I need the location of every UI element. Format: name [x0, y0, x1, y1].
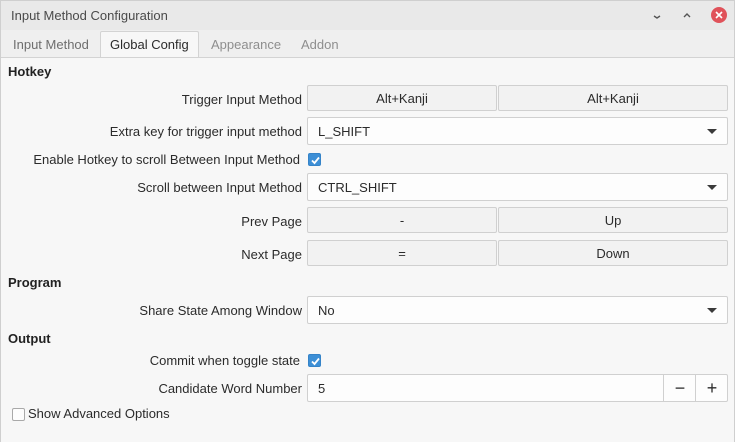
trigger-key-1-button[interactable]: Alt+Kanji: [307, 85, 497, 111]
close-icon: [711, 7, 727, 23]
share-state-label: Share State Among Window: [139, 303, 302, 318]
maximize-button[interactable]: [678, 6, 696, 24]
prev-page-key-1-button[interactable]: -: [307, 207, 497, 233]
chevron-down-icon: [707, 308, 717, 313]
scroll-label: Scroll between Input Method: [137, 180, 302, 195]
tab-input-method[interactable]: Input Method: [4, 32, 98, 57]
window-title: Input Method Configuration: [11, 8, 168, 23]
minimize-icon: [653, 15, 661, 19]
extra-key-value: L_SHIFT: [318, 124, 371, 139]
section-output: Output: [8, 331, 51, 346]
enable-scroll-label: Enable Hotkey to scroll Between Input Me…: [33, 152, 300, 167]
scroll-value: CTRL_SHIFT: [318, 180, 397, 195]
prev-page-key-2-button[interactable]: Up: [498, 207, 728, 233]
extra-key-label: Extra key for trigger input method: [109, 124, 302, 139]
candidate-spinbox[interactable]: 5 − +: [307, 374, 728, 402]
tab-appearance[interactable]: Appearance: [202, 32, 290, 57]
enable-scroll-checkbox[interactable]: [308, 153, 321, 166]
scroll-select[interactable]: CTRL_SHIFT: [307, 173, 728, 201]
close-button[interactable]: [710, 6, 728, 24]
tab-addon[interactable]: Addon: [292, 32, 348, 57]
titlebar: Input Method Configuration: [1, 1, 734, 30]
checkmark-icon: [311, 357, 320, 366]
advanced-options-label[interactable]: Show Advanced Options: [28, 406, 170, 421]
tab-global-config[interactable]: Global Config: [100, 31, 199, 58]
commit-label: Commit when toggle state: [149, 353, 300, 368]
chevron-down-icon: [707, 129, 717, 134]
share-state-select[interactable]: No: [307, 296, 728, 324]
global-config-panel: Hotkey Trigger Input Method Alt+Kanji Al…: [1, 57, 734, 442]
share-state-value: No: [318, 303, 335, 318]
next-page-key-2-button[interactable]: Down: [498, 240, 728, 266]
commit-checkbox[interactable]: [308, 354, 321, 367]
advanced-options-checkbox[interactable]: [12, 408, 25, 421]
tab-bar: Input Method Global Config Appearance Ad…: [1, 31, 734, 58]
maximize-icon: [683, 12, 691, 18]
trigger-key-2-button[interactable]: Alt+Kanji: [498, 85, 728, 111]
next-page-key-1-button[interactable]: =: [307, 240, 497, 266]
next-page-label: Next Page: [241, 247, 302, 262]
candidate-label: Candidate Word Number: [158, 381, 302, 396]
trigger-label: Trigger Input Method: [181, 92, 302, 107]
section-program: Program: [8, 275, 62, 290]
extra-key-select[interactable]: L_SHIFT: [307, 117, 728, 145]
minimize-button[interactable]: [648, 6, 666, 24]
checkmark-icon: [311, 156, 320, 165]
prev-page-label: Prev Page: [241, 214, 302, 229]
candidate-value: 5: [318, 381, 326, 396]
chevron-down-icon: [707, 185, 717, 190]
section-hotkey: Hotkey: [8, 64, 52, 79]
decrement-button[interactable]: −: [663, 375, 696, 401]
increment-button[interactable]: +: [695, 375, 728, 401]
window: Input Method Configuration Input Method …: [0, 0, 735, 442]
